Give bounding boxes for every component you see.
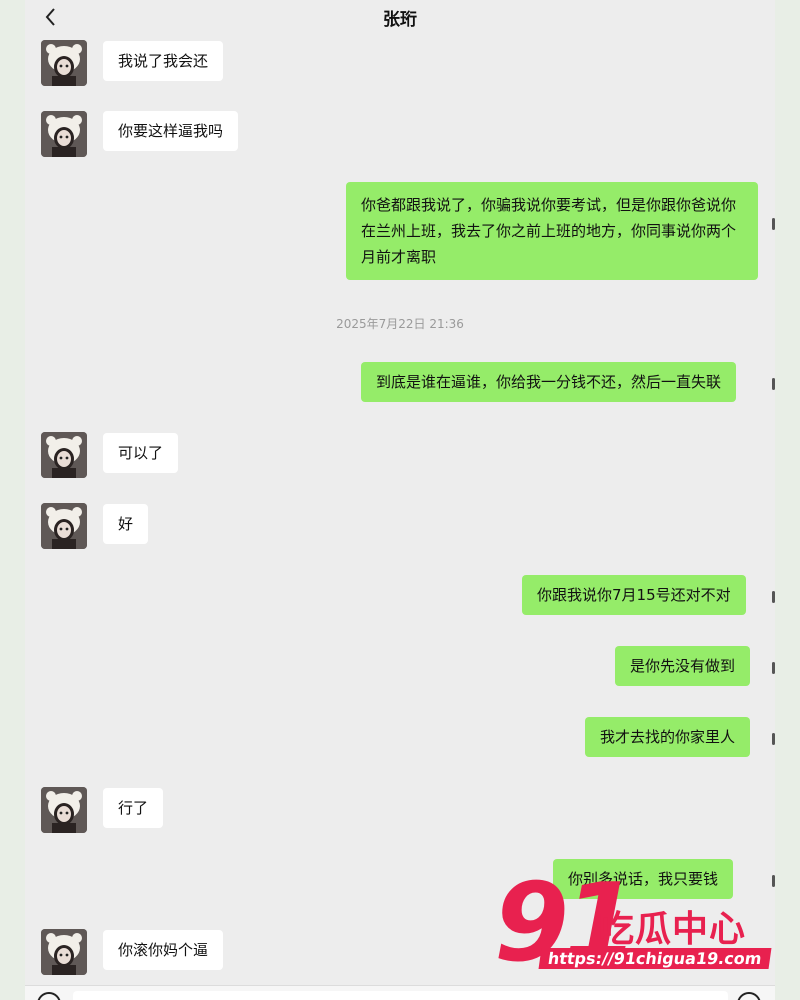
message-bubble-sent[interactable]: 你跟我说你7月15号还对不对 — [522, 575, 746, 615]
voice-input-button[interactable] — [37, 992, 61, 1000]
message-input[interactable] — [73, 991, 728, 1000]
avatar-image — [41, 111, 87, 157]
message-bubble-received[interactable]: 你要这样逼我吗 — [103, 111, 239, 151]
message-bubble-sent[interactable]: 我才去找的你家里人 — [585, 717, 751, 757]
message-timestamp: 2025年7月22日 21:36 — [336, 317, 464, 331]
contact-avatar[interactable] — [41, 432, 87, 478]
message-bubble-received[interactable]: 我说了我会还 — [103, 41, 224, 81]
message-bubble-received[interactable]: 你滚你妈个逼 — [103, 930, 224, 970]
input-bar — [25, 985, 775, 1000]
chat-window: 张珩 我说了我会还 你要这样逼我吗 你爸都跟我说了，你骗我说你要考试，但是你跟你… — [25, 0, 775, 1000]
emoji-button[interactable] — [737, 992, 761, 1000]
contact-avatar[interactable] — [41, 111, 87, 157]
avatar-image — [41, 40, 87, 86]
message-bubble-sent[interactable]: 到底是谁在逼谁，你给我一分钱不还，然后一直失联 — [361, 362, 737, 402]
avatar-image — [41, 503, 87, 549]
scroll-edge-mark — [772, 218, 775, 230]
contact-avatar[interactable] — [41, 787, 87, 833]
message-bubble-received[interactable]: 可以了 — [103, 433, 179, 473]
scroll-edge-mark — [772, 733, 775, 745]
scroll-edge-mark — [772, 662, 775, 674]
message-bubble-sent[interactable]: 你爸都跟我说了，你骗我说你要考试，但是你跟你爸说你在兰州上班，我去了你之前上班的… — [346, 182, 758, 280]
scroll-edge-mark — [772, 875, 775, 887]
contact-name: 张珩 — [383, 10, 417, 30]
scroll-edge-mark — [772, 591, 775, 603]
contact-avatar[interactable] — [41, 503, 87, 549]
avatar-image — [41, 929, 87, 975]
chat-header: 张珩 — [25, 0, 775, 34]
contact-avatar[interactable] — [41, 929, 87, 975]
avatar-image — [41, 787, 87, 833]
message-bubble-sent[interactable]: 是你先没有做到 — [615, 646, 751, 686]
contact-avatar[interactable] — [41, 40, 87, 86]
message-bubble-received[interactable]: 行了 — [103, 788, 164, 828]
scroll-edge-mark — [772, 378, 775, 390]
message-bubble-received[interactable]: 好 — [103, 504, 149, 544]
message-bubble-sent[interactable]: 你别多说话，我只要钱 — [553, 859, 734, 899]
avatar-image — [41, 432, 87, 478]
